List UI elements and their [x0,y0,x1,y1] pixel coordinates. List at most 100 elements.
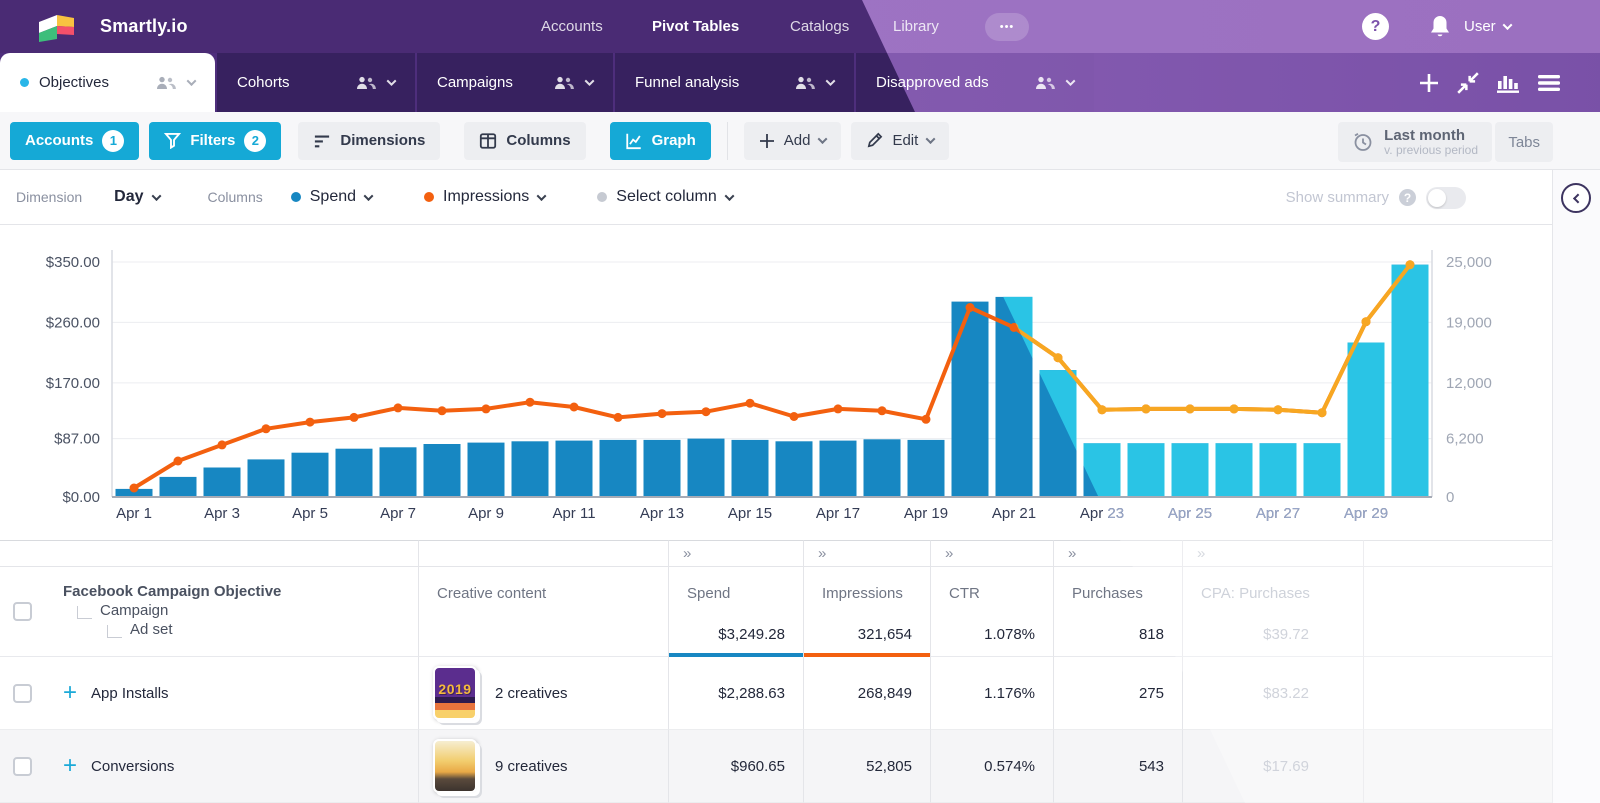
nav-item-catalogs[interactable]: Catalogs [790,0,849,53]
period-label: Last month [1384,127,1478,144]
header-ctr[interactable]: CTR 1.078% [930,567,1053,657]
row-checkbox-cell [0,657,45,730]
expand-column-icon[interactable]: » [804,545,827,562]
expand-row-icon[interactable]: + [63,683,77,703]
notifications-button[interactable] [1428,0,1452,53]
impressions-series-dot [424,192,434,202]
add-button-label: Add [784,132,811,149]
chevron-down-icon[interactable] [585,76,595,86]
tab-label: Cohorts [237,74,290,91]
svg-text:$170.00: $170.00 [46,375,100,392]
row-checkbox[interactable] [13,684,32,703]
purchases-value: 543 [1053,730,1182,803]
graph-button[interactable]: Graph [610,122,711,160]
column-header-label: CTR [931,567,1053,602]
chart-view-button[interactable] [1495,71,1521,95]
expand-column-icon[interactable]: » [931,545,954,562]
chevron-down-icon[interactable] [387,76,397,86]
header-creative-content[interactable]: Creative content [418,567,668,657]
series-select-spend[interactable]: Spend [291,188,372,206]
cpa-value: $83.22 [1182,657,1363,730]
chevron-down-icon [926,134,936,144]
row-name-cell: + App Installs [45,657,418,730]
columns-label: Columns [208,189,263,205]
chevron-left-icon [1572,193,1582,203]
chevron-down-icon [151,191,161,201]
impressions-value: 268,849 [803,657,930,730]
columns-button[interactable]: Columns [464,122,585,160]
chevron-down-icon[interactable] [187,76,197,86]
tab-objectives[interactable]: Objectives [0,53,215,112]
dimensions-lines-icon [313,133,331,149]
top-nav: Smartly.io Accounts Pivot Tables Catalog… [0,0,1600,53]
creative-thumbnail[interactable]: 2019 [433,666,477,720]
expand-panel-button[interactable] [1561,183,1591,213]
tab-campaigns[interactable]: Campaigns [417,53,613,112]
creative-thumbnail[interactable] [433,739,477,793]
header-purchases[interactable]: Purchases 818 [1053,567,1182,657]
graph-icon [625,132,643,150]
impressions-value: 52,805 [803,730,930,803]
accounts-button[interactable]: Accounts 1 [10,122,139,160]
expand-column-icon[interactable]: » [1183,545,1206,562]
creative-content-cell: 9 creatives [418,730,668,803]
help-icon[interactable]: ? [1362,13,1389,40]
creatives-count[interactable]: 2 creatives [495,685,568,702]
help-button[interactable]: ? [1362,0,1389,53]
svg-text:6,200: 6,200 [1446,431,1484,448]
row-checkbox[interactable] [13,757,32,776]
chevron-down-icon[interactable] [1066,76,1076,86]
menu-button[interactable] [1536,72,1562,94]
nav-item-pivot-tables[interactable]: Pivot Tables [652,0,739,53]
dimension-select[interactable]: Day [114,188,159,206]
tab-label: Objectives [39,74,109,91]
dimensions-button[interactable]: Dimensions [298,122,440,160]
show-summary-toggle[interactable] [1426,187,1466,209]
header-spend[interactable]: Spend $3,249.28 [668,567,803,657]
dimension-level-0[interactable]: Facebook Campaign Objective [63,583,418,600]
date-range-button[interactable]: Last month v. previous period [1338,122,1492,162]
tab-funnel-analysis[interactable]: Funnel analysis [615,53,854,112]
header-impressions[interactable]: Impressions 321,654 [803,567,930,657]
people-icon [356,76,376,90]
tab-cohorts[interactable]: Cohorts [217,53,415,112]
row-checkbox-cell [0,730,45,803]
filters-button[interactable]: Filters 2 [149,122,281,160]
header-dimension-cell: Facebook Campaign Objective Campaign Ad … [45,567,418,657]
nav-more-menu[interactable]: ••• [985,0,1029,53]
question-mark-icon[interactable]: ? [1399,189,1416,206]
svg-text:$0.00: $0.00 [62,489,100,506]
series-select-impressions[interactable]: Impressions [424,188,545,206]
spend-value: $960.65 [668,730,803,803]
add-button[interactable]: Add [744,122,842,160]
hamburger-icon [1536,72,1562,94]
expand-column-icon[interactable]: » [669,545,692,562]
select-all-checkbox[interactable] [13,602,32,621]
nav-item-accounts[interactable]: Accounts [541,0,603,53]
expand-row-icon[interactable]: + [63,756,77,776]
bell-icon [1428,14,1452,40]
tabs-button[interactable]: Tabs [1495,122,1553,162]
collapse-view-button[interactable] [1456,71,1480,95]
spend-impressions-chart[interactable]: Apr 1Apr 3Apr 5Apr 7Apr 9Apr 11Apr 13Apr… [0,225,1600,540]
chevron-down-icon[interactable] [826,76,836,86]
series-select-empty[interactable]: Select column [597,188,733,206]
nav-item-library[interactable]: Library [893,0,939,53]
dimension-level-1[interactable]: Campaign [100,602,168,619]
pivot-table: » » » » » Facebook Campaign Objective Ca… [0,540,1552,803]
objective-name[interactable]: Conversions [91,758,174,775]
ellipsis-icon[interactable]: ••• [985,13,1029,41]
user-menu[interactable]: User [1464,0,1511,53]
header-cpa-purchases[interactable]: CPA: Purchases $39.72 [1182,567,1363,657]
dimension-level-2[interactable]: Ad set [130,621,173,638]
expand-column-icon[interactable]: » [1054,545,1077,562]
columns-grid-icon [479,132,497,150]
creatives-count[interactable]: 9 creatives [495,758,568,775]
filler-cell [1363,657,1552,730]
smartly-logo[interactable] [36,0,78,53]
add-tab-button[interactable] [1417,71,1441,95]
ctr-value: 0.574% [930,730,1053,803]
edit-button[interactable]: Edit [851,122,949,160]
row-name-cell: + Conversions [45,730,418,803]
objective-name[interactable]: App Installs [91,685,169,702]
